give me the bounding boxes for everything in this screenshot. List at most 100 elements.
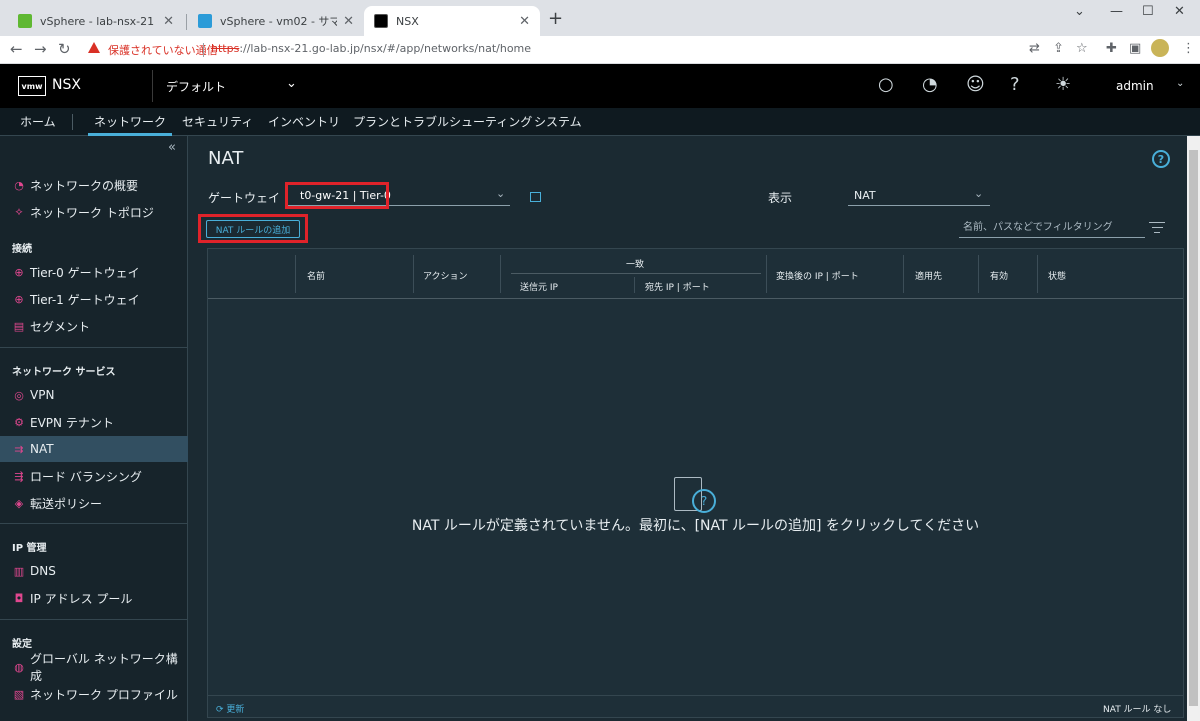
sidebar-section-connectivity: 接続 [12, 244, 32, 255]
filter-input[interactable]: 名前、パスなどでフィルタリング [959, 220, 1145, 238]
bookmark-star-icon[interactable]: ☆ [1076, 41, 1088, 56]
tab-system[interactable]: システム [534, 108, 582, 136]
tab-home[interactable]: ホーム [20, 108, 56, 136]
close-tab-icon[interactable]: ✕ [343, 14, 354, 29]
maximize-icon[interactable]: ☐ [1142, 4, 1154, 19]
page-scrollbar[interactable] [1187, 136, 1200, 721]
sidebar-item-nat[interactable]: ⇉ NAT [0, 436, 188, 462]
tab-plan-troubleshoot[interactable]: プランとトラブルシューティング [353, 108, 532, 136]
scrollbar-thumb[interactable] [1189, 150, 1198, 706]
ip-pool-icon: ◘ [14, 591, 24, 605]
sidebar-item-dns[interactable]: ▥ DNS [0, 558, 188, 584]
chevron-down-icon[interactable]: ⌄ [1176, 78, 1184, 89]
nsx-favicon-icon [374, 14, 388, 28]
sidebar-item-evpn[interactable]: ⚙ EVPN テナント [0, 409, 188, 435]
col-name[interactable]: 名前 [307, 269, 325, 282]
sidebar-item-overview[interactable]: ◔ ネットワークの概要 [0, 172, 188, 198]
project-selector[interactable]: デフォルト [166, 78, 226, 95]
sidebar-item-ip-pools[interactable]: ◘ IP アドレス プール [0, 585, 188, 611]
close-window-icon[interactable]: ✕ [1174, 4, 1185, 19]
sidebar-section-ip-management: IP 管理 [12, 543, 47, 554]
user-menu[interactable]: admin [1116, 79, 1154, 93]
sidebar-item-label: Tier-1 ゲートウェイ [30, 292, 140, 307]
col-apply-to[interactable]: 適用先 [915, 269, 942, 282]
forward-icon[interactable]: → [34, 40, 47, 58]
tab-networking[interactable]: ネットワーク [88, 108, 173, 136]
browser-menu-icon[interactable]: ⋮ [1182, 41, 1195, 56]
col-source-ip[interactable]: 送信元 IP [520, 280, 558, 293]
sidebar-item-load-balancing[interactable]: ⇶ ロード バランシング [0, 463, 188, 489]
theme-sun-icon[interactable]: ☀ [1055, 74, 1071, 95]
minimize-icon[interactable]: — [1110, 4, 1123, 19]
help-menu-icon[interactable]: ? [1010, 74, 1020, 95]
bell-icon[interactable]: ◔ [922, 74, 938, 95]
sidebar-item-forwarding-policy[interactable]: ◈ 転送ポリシー [0, 490, 188, 516]
tab-inventory[interactable]: インベントリ [268, 108, 340, 136]
sidebar-divider [0, 347, 188, 348]
sidebar-divider [0, 619, 188, 620]
refresh-button[interactable]: ⟳ 更新 [216, 702, 244, 715]
col-translated[interactable]: 変換後の IP | ポート [776, 269, 859, 282]
browser-tab-nsx[interactable]: NSX ✕ [364, 6, 540, 36]
col-action[interactable]: アクション [423, 269, 468, 282]
sidebar-item-tier0[interactable]: ⊕ Tier-0 ゲートウェイ [0, 259, 188, 285]
sidebar-item-label: VPN [30, 388, 55, 402]
back-icon[interactable]: ← [10, 40, 23, 58]
collapse-sidebar-icon[interactable]: « [168, 140, 176, 155]
close-tab-icon[interactable]: ✕ [163, 14, 174, 29]
tab-security[interactable]: セキュリティ [182, 108, 253, 136]
view-select[interactable]: NAT ⌄ [848, 184, 990, 206]
column-separator [766, 255, 767, 293]
filter-icon[interactable] [1148, 222, 1166, 237]
side-panel-icon[interactable]: ▣ [1129, 41, 1141, 56]
sidebar-item-label: グローバル ネットワーク構成 [30, 652, 178, 683]
sidebar: « ◔ ネットワークの概要 ⟡ ネットワーク トポロジ 接続 ⊕ Tier-0 … [0, 136, 188, 721]
tab-search-icon[interactable]: ⌄ [1074, 4, 1085, 19]
profile-icon: ▧ [13, 687, 25, 701]
chart-icon[interactable] [530, 192, 541, 202]
sidebar-item-network-profiles[interactable]: ▧ ネットワーク プロファイル [0, 681, 188, 707]
close-tab-icon[interactable]: ✕ [519, 14, 530, 29]
add-button-highlight-box [198, 214, 308, 243]
sidebar-item-label: IP アドレス プール [30, 591, 133, 606]
browser-tab-vsphere-nsx[interactable]: vSphere - lab-nsx-21 - サマリ ✕ [8, 6, 184, 36]
chevron-down-icon[interactable]: ⌄ [974, 187, 983, 200]
product-name: NSX [52, 77, 81, 93]
sidebar-item-label: ネットワークの概要 [30, 178, 139, 193]
sidebar-item-global-config[interactable]: ◍ グローバル ネットワーク構成 [0, 652, 188, 683]
nav-divider [72, 114, 73, 130]
column-separator [903, 255, 904, 293]
rule-count: NAT ルール なし [1103, 705, 1172, 715]
reload-icon[interactable]: ↻ [58, 40, 71, 58]
security-warning[interactable]: 保護されていない通信 [108, 42, 218, 58]
chevron-down-icon[interactable]: ⌄ [286, 76, 297, 91]
sidebar-item-vpn[interactable]: ◎ VPN [0, 382, 188, 408]
url-input[interactable]: https://lab-nsx-21.go-lab.jp/nsx/#/app/n… [211, 42, 531, 55]
sidebar-item-segments[interactable]: ▤ セグメント [0, 313, 188, 339]
help-icon[interactable]: ? [1152, 150, 1170, 168]
col-enabled[interactable]: 有効 [990, 269, 1008, 282]
sidebar-divider [0, 523, 188, 524]
share-icon[interactable]: ⇪ [1053, 41, 1064, 56]
translate-icon[interactable]: ⇄ [1029, 41, 1040, 56]
col-status[interactable]: 状態 [1048, 269, 1066, 282]
chevron-down-icon[interactable]: ⌄ [496, 187, 505, 200]
sidebar-item-tier1[interactable]: ⊕ Tier-1 ゲートウェイ [0, 286, 188, 312]
segment-icon: ▤ [13, 319, 25, 333]
sidebar-item-topology[interactable]: ⟡ ネットワーク トポロジ [0, 199, 188, 225]
tier0-gateway-icon: ⊕ [14, 265, 24, 279]
extensions-icon[interactable]: ✚ [1106, 41, 1117, 56]
profile-avatar[interactable] [1151, 39, 1169, 57]
browser-tab-vsphere-vm02[interactable]: vSphere - vm02 - サマリ ✕ [188, 6, 364, 36]
view-label: 表示 [768, 191, 793, 205]
new-tab-icon[interactable]: + [548, 8, 563, 29]
globe-icon: ◍ [14, 660, 24, 674]
search-icon[interactable]: ○ [878, 74, 894, 95]
gateway-label: ゲートウェイ [208, 191, 281, 205]
smiley-icon[interactable]: ☺ [966, 74, 985, 95]
column-separator [978, 255, 979, 293]
column-separator [1037, 255, 1038, 293]
sidebar-item-label: DNS [30, 564, 56, 578]
sidebar-item-label: ネットワーク プロファイル [30, 687, 178, 702]
col-destination-ip[interactable]: 宛先 IP | ポート [645, 280, 710, 293]
